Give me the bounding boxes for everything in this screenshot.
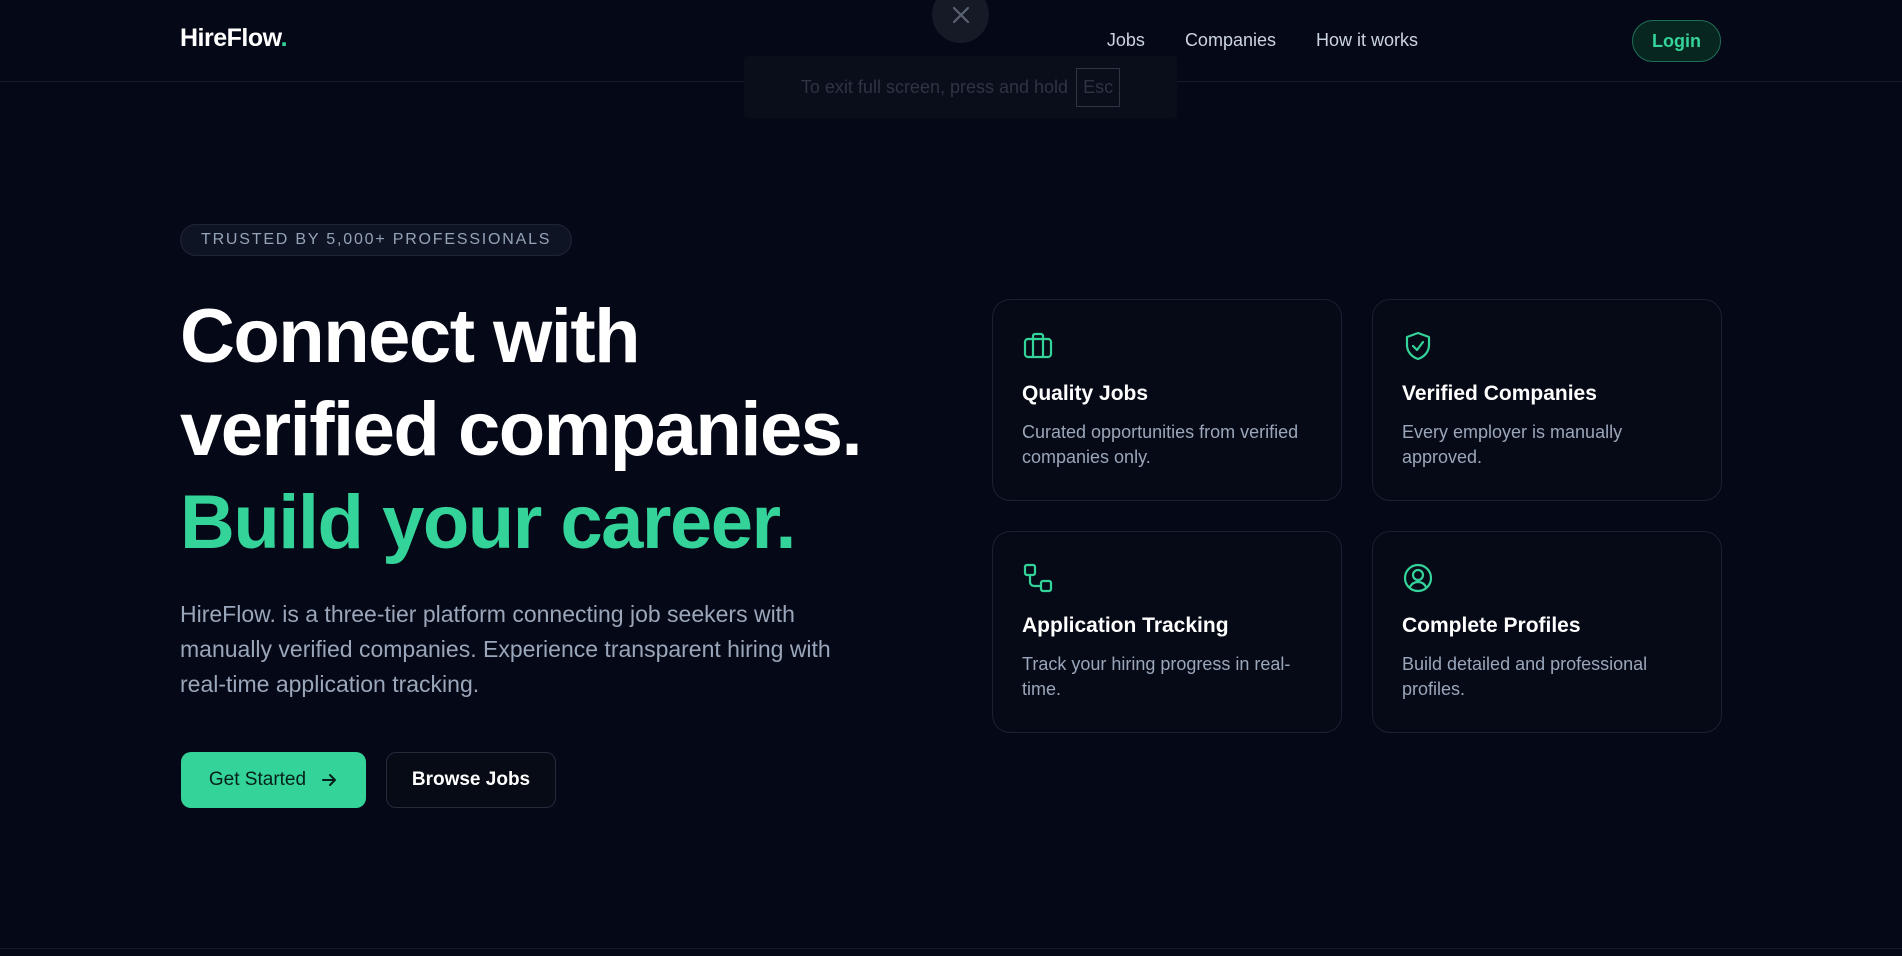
feature-card-verified-companies: Verified Companies Every employer is man… [1372,299,1722,501]
arrow-right-icon [322,774,337,786]
feature-title: Quality Jobs [1022,382,1149,405]
headline-accent: Build your career. [180,480,797,565]
feature-text: Every employer is manually approved. [1402,422,1623,467]
brand-name: HireFlow [180,24,281,52]
feature-text: Track your hiring progress in real-time. [1022,654,1291,699]
esc-key-hint: Esc [1076,67,1121,107]
feature-text: Build detailed and professional profiles… [1402,654,1648,699]
fullscreen-notice: To exit full screen, press and hold Esc [744,56,1177,118]
feature-card-quality-jobs: Quality Jobs Curated opportunities from … [992,299,1342,501]
login-button[interactable]: Login [1632,20,1721,62]
feature-card-complete-profiles: Complete Profiles Build detailed and pro… [1372,531,1722,733]
brand-dot: . [280,24,288,52]
get-started-label: Get Started [208,769,307,790]
browse-jobs-button[interactable]: Browse Jobs [386,752,556,808]
main-nav: Jobs Companies How it works [1107,30,1418,51]
tracking-icon [1023,563,1053,593]
headline-line-2: verified companies. [180,387,863,472]
nav-link-companies[interactable]: Companies [1185,30,1276,51]
hero-headline: Connect with verified companies. Build y… [180,290,940,569]
hero-description: HireFlow. is a three-tier platform conne… [180,601,831,697]
feature-card-application-tracking: Application Tracking Track your hiring p… [992,531,1342,733]
feature-title: Verified Companies [1402,382,1597,405]
nav-link-jobs[interactable]: Jobs [1107,30,1145,51]
headline-line-1: Connect with [180,294,641,379]
section-divider [0,948,1902,949]
nav-link-how-it-works[interactable]: How it works [1316,30,1418,51]
brand-logo[interactable]: HireFlow. [180,24,288,53]
close-icon [952,6,969,23]
feature-title: Complete Profiles [1402,614,1581,637]
fullscreen-notice-text: To exit full screen, press and hold [800,76,1069,97]
user-circle-icon [1403,563,1433,593]
get-started-button[interactable]: Get Started [181,752,366,808]
trust-badge: TRUSTED BY 5,000+ PROFESSIONALS [180,224,573,256]
shield-check-icon [1405,331,1431,361]
feature-text: Curated opportunities from verified comp… [1022,422,1299,467]
feature-title: Application Tracking [1022,614,1229,637]
briefcase-icon [1023,332,1053,359]
page: HireFlow. Jobs Companies How it works Lo… [0,0,1902,956]
